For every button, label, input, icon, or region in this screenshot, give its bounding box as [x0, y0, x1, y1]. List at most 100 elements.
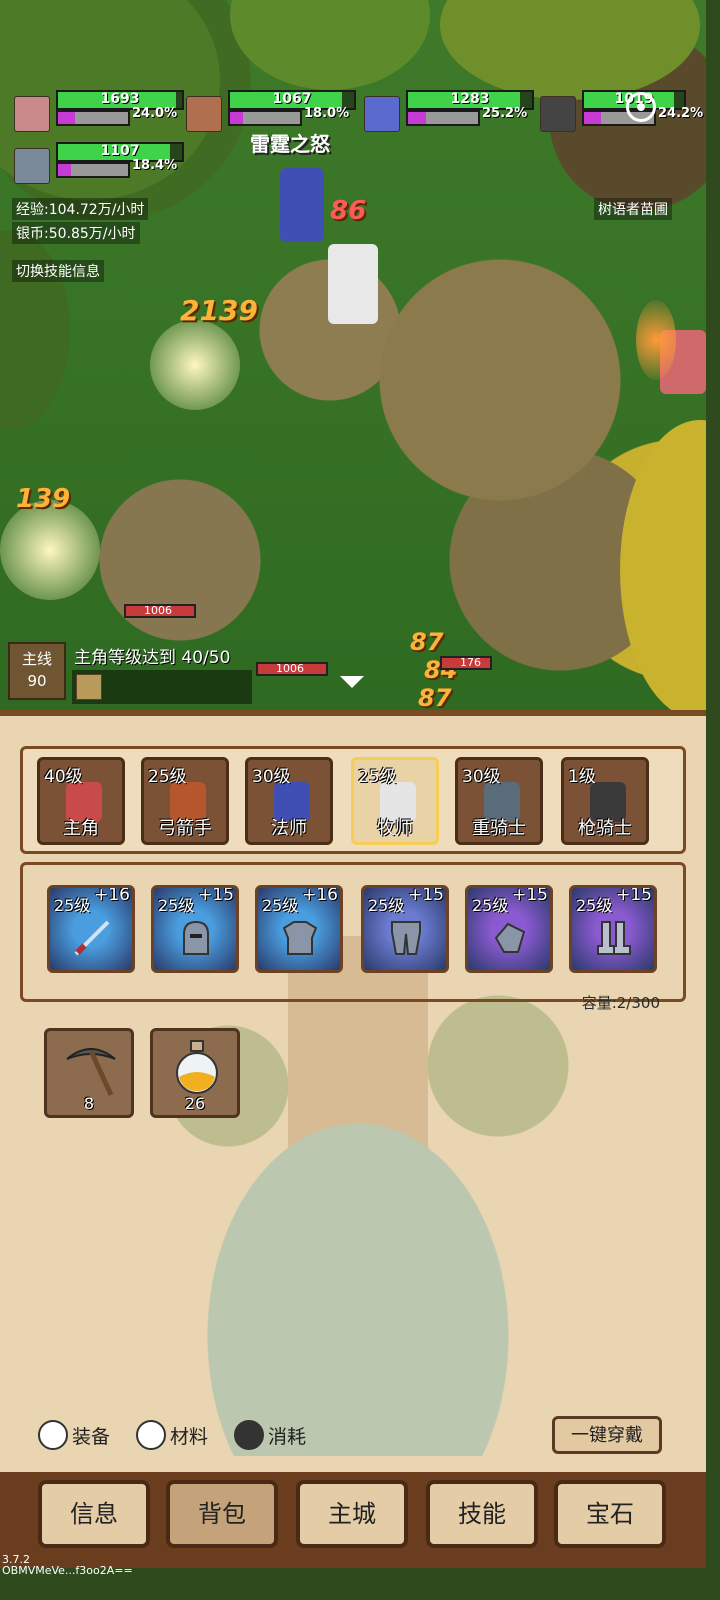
character-name: 法师: [271, 818, 307, 839]
damage-number: 87: [410, 628, 444, 656]
skill-name: 雷霆之怒: [250, 132, 330, 156]
tree-canopy: [440, 0, 700, 100]
helmet-icon: [183, 920, 209, 955]
fire-effect: [636, 300, 676, 380]
character-level: 40级: [44, 767, 83, 787]
character-tabs: 40级 主角 25级 弓箭手 30级 法师 25级 牧师 30级 重骑士 1级 …: [20, 746, 686, 854]
mp-percent: 18.0%: [304, 106, 350, 121]
mp-percent: 24.2%: [658, 106, 704, 121]
equipment-slot[interactable]: 25级 +16: [255, 885, 343, 973]
nav-city-button[interactable]: 主城: [296, 1480, 408, 1548]
enemy-hp-bar: 1006: [124, 604, 196, 618]
character-name: 枪骑士: [578, 818, 632, 839]
nav-bag-button[interactable]: 背包: [166, 1480, 278, 1548]
hp-value: 1107: [100, 143, 140, 159]
mp-fill: [584, 112, 601, 124]
battle-scene: 1693 24.0% 1067 18.0% 1283 25.2% 1019 24…: [0, 0, 706, 710]
mp-percent: 25.2%: [482, 106, 528, 121]
leg-armor-icon: [391, 921, 421, 955]
potion-icon: [176, 1040, 218, 1094]
damage-number: 87: [418, 684, 452, 710]
character-level: 30级: [252, 767, 291, 787]
equipment-slot[interactable]: 25级 +15: [465, 885, 553, 973]
character-tab-heavy-knight[interactable]: 30级 重骑士: [455, 757, 543, 845]
radio-dot: [38, 1420, 68, 1450]
character-name: 主角: [63, 818, 99, 839]
filter-label: 消耗: [268, 1426, 307, 1448]
collapse-chevron-icon[interactable]: [340, 676, 364, 688]
character-name: 重骑士: [472, 818, 526, 839]
boots-icon: [597, 921, 631, 955]
character-name: 牧师: [377, 818, 413, 839]
mp-fill: [58, 112, 75, 124]
equipment-slot[interactable]: 25级 +16: [47, 885, 135, 973]
spear-icon: [74, 920, 110, 956]
mp-fill: [230, 112, 243, 124]
nav-skills-button[interactable]: 技能: [426, 1480, 538, 1548]
inventory-item[interactable]: 26: [150, 1028, 240, 1118]
equip-all-button[interactable]: 一键穿戴: [552, 1416, 662, 1454]
character-tab-lancer[interactable]: 1级 枪骑士: [561, 757, 649, 845]
equipment-level: 25级: [54, 896, 91, 915]
character-tab-mage[interactable]: 30级 法师: [245, 757, 333, 845]
gauntlet-icon: [494, 922, 526, 953]
hp-value: 1283: [450, 91, 490, 107]
damage-number: 86: [330, 196, 367, 226]
character-tab-archer[interactable]: 25级 弓箭手: [141, 757, 229, 845]
mp-percent: 24.0%: [132, 106, 178, 121]
quest-reward-strip: [72, 670, 252, 704]
quest-description[interactable]: 主角等级达到 40/50: [74, 643, 230, 668]
inventory-item[interactable]: 8: [44, 1028, 134, 1118]
bag-capacity: 容量:2/300: [581, 994, 660, 1012]
character-level: 25级: [358, 767, 397, 787]
exp-rate: 经验:104.72万/小时: [12, 198, 149, 220]
inventory-panel: 40级 主角 25级 弓箭手 30级 法师 25级 牧师 30级 重骑士 1级 …: [0, 710, 706, 1478]
zone-name: 树语者苗圃: [594, 198, 672, 220]
silver-rate: 银币:50.85万/小时: [12, 222, 140, 244]
mp-bar: [406, 110, 480, 126]
toggle-skill-info-button[interactable]: 切换技能信息: [12, 260, 104, 282]
character-tab-hero[interactable]: 40级 主角: [37, 757, 125, 845]
character-tab-priest[interactable]: 25级 牧师: [351, 757, 439, 845]
enemy-hp-bar: 1006: [256, 662, 328, 676]
reward-icon: [76, 674, 102, 700]
spell-flash: [0, 500, 100, 600]
knight-portrait: [540, 96, 576, 132]
equipment-level: 25级: [576, 896, 613, 915]
mage-sprite: [280, 168, 324, 242]
spell-flash: [150, 320, 240, 410]
hero-portrait: [14, 96, 50, 132]
damage-number: 2139: [180, 294, 258, 327]
enhance-level: +15: [616, 885, 652, 905]
radio-dot: [136, 1420, 166, 1450]
damage-number: 139: [16, 484, 71, 514]
mp-percent: 18.4%: [132, 158, 178, 173]
equipment-slot[interactable]: 25级 +15: [151, 885, 239, 973]
enhance-level: +15: [408, 885, 444, 905]
quest-number: 90: [27, 672, 47, 690]
equipment-slot[interactable]: 25级 +15: [361, 885, 449, 973]
equipment-slots: 25级 +16 25级 +15 25级 +16 25级 +15 25级 +15 …: [20, 862, 686, 1002]
enhance-level: +15: [198, 885, 234, 905]
tree-canopy: [230, 0, 430, 90]
hp-value: 1067: [272, 91, 312, 107]
character-level: 25级: [148, 767, 187, 787]
enhance-level: +16: [94, 885, 130, 905]
mage-portrait: [364, 96, 400, 132]
mp-bar: [56, 110, 130, 126]
build-id: OBMVMeVe...f3oo2A==: [2, 1564, 133, 1577]
bottom-navigation: 信息 背包 主城 技能 宝石: [0, 1472, 706, 1568]
equipment-level: 25级: [472, 896, 509, 915]
mp-fill: [58, 164, 71, 176]
pickaxe-icon: [66, 1048, 116, 1097]
equipment-level: 25级: [262, 896, 299, 915]
nav-gems-button[interactable]: 宝石: [554, 1480, 666, 1548]
nav-info-button[interactable]: 信息: [38, 1480, 150, 1548]
mp-bar: [228, 110, 302, 126]
equipment-slot[interactable]: 25级 +15: [569, 885, 657, 973]
priest-sprite: [328, 244, 378, 324]
main-quest-badge[interactable]: 主线 90: [8, 642, 66, 700]
radio-dot: [234, 1420, 264, 1450]
auto-target-icon[interactable]: [626, 92, 656, 122]
enhance-level: +15: [512, 885, 548, 905]
